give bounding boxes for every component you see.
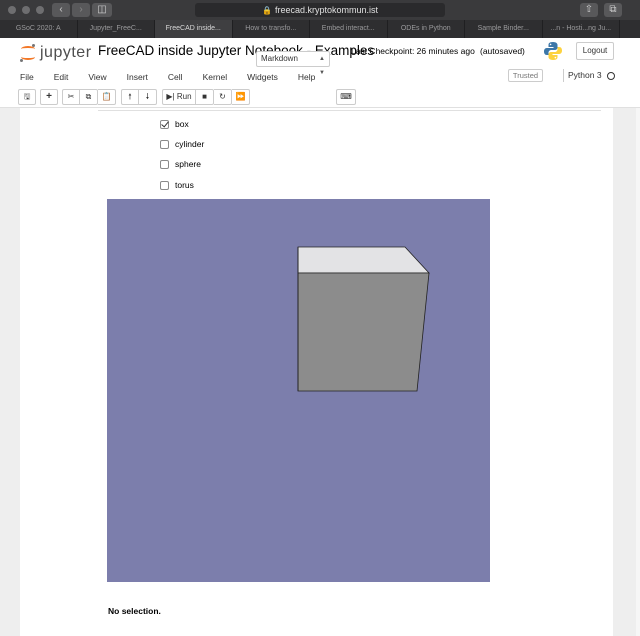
tab-hosting[interactable]: ...n - Hosti...ng Ju... bbox=[543, 20, 620, 38]
option-label: box bbox=[175, 119, 189, 129]
restart-run-all-icon[interactable]: ⏩ bbox=[232, 89, 250, 105]
save-icon[interactable]: 🖫 bbox=[18, 89, 36, 105]
run-button[interactable]: ▶​| Run bbox=[162, 89, 196, 105]
checkbox-torus[interactable] bbox=[160, 180, 169, 190]
option-sphere[interactable]: sphere bbox=[160, 157, 201, 171]
url-text: freecad.kryptokommun.ist bbox=[274, 5, 378, 15]
selection-status: No selection. bbox=[108, 606, 161, 616]
option-label: sphere bbox=[175, 159, 201, 169]
lock-icon: 🔒 bbox=[261, 6, 272, 15]
python-logo-icon bbox=[544, 42, 562, 60]
menu-cell[interactable]: Cell bbox=[168, 69, 183, 85]
zoom-window-icon[interactable] bbox=[36, 6, 44, 14]
notebook-title[interactable]: FreeCAD inside Jupyter Notebook - Exampl… bbox=[98, 43, 374, 58]
kernel-divider bbox=[563, 69, 564, 82]
cut-icon[interactable]: ✂ bbox=[62, 89, 80, 105]
right-scrollbar-edge[interactable] bbox=[636, 108, 640, 636]
option-label: cylinder bbox=[175, 139, 205, 149]
checkbox-box[interactable] bbox=[160, 119, 169, 129]
move-down-icon[interactable]: 🠗 bbox=[139, 89, 157, 105]
box-top-face bbox=[297, 246, 430, 274]
tab-freecad-inside[interactable]: FreeCAD inside... bbox=[155, 20, 233, 38]
autosave-status: (autosaved) bbox=[480, 46, 525, 56]
menu-help[interactable]: Help bbox=[298, 69, 315, 85]
insert-cell-icon[interactable]: + bbox=[40, 89, 58, 105]
restart-icon[interactable]: ↻ bbox=[214, 89, 232, 105]
tabs-overview-icon[interactable]: ⧉ bbox=[604, 3, 622, 17]
checkpoint-status: Last Checkpoint: 26 minutes ago bbox=[351, 46, 475, 56]
close-window-icon[interactable] bbox=[8, 6, 16, 14]
menu-edit[interactable]: Edit bbox=[54, 69, 69, 85]
select-arrows-icon: ▲ ▼ bbox=[319, 56, 325, 76]
option-torus[interactable]: torus bbox=[160, 178, 194, 192]
menu-view[interactable]: View bbox=[88, 69, 106, 85]
jupyter-logo-icon bbox=[20, 44, 36, 62]
tab-how-to-transform[interactable]: How to transfo... bbox=[233, 20, 310, 38]
back-icon[interactable]: ‹ bbox=[52, 3, 70, 17]
cell-type-select[interactable]: Markdown ▲ ▼ bbox=[256, 51, 330, 76]
menu-insert[interactable]: Insert bbox=[127, 69, 148, 85]
sidebar-icon[interactable]: ◫ bbox=[92, 3, 112, 17]
option-label: torus bbox=[175, 180, 194, 190]
tab-sample-binder[interactable]: Sample Binder... bbox=[465, 20, 543, 38]
notebook-toolbar: 🖫 + ✂ ⧉ 📋 🠕 🠗 ▶​| Run ■ ↻ ⏩ ⌨ bbox=[0, 88, 640, 108]
previous-cell-edge bbox=[98, 108, 601, 111]
checkbox-sphere[interactable] bbox=[160, 159, 169, 169]
box-front-face bbox=[297, 272, 430, 392]
browser-toolbar: ‹ › ◫ 🔒 freecad.kryptokommun.ist ⇧ ⧉ bbox=[0, 0, 640, 20]
copy-icon[interactable]: ⧉ bbox=[80, 89, 98, 105]
run-label: Run bbox=[176, 92, 192, 101]
menu-widgets[interactable]: Widgets bbox=[247, 69, 278, 85]
interrupt-icon[interactable]: ■ bbox=[196, 89, 214, 105]
share-icon[interactable]: ⇧ bbox=[580, 3, 598, 17]
tab-gsoc[interactable]: GSoC 2020: A bbox=[0, 20, 78, 38]
jupyter-logo-text: jupyter bbox=[40, 44, 92, 61]
tab-embed-interactive[interactable]: Embed interact... bbox=[310, 20, 388, 38]
option-box[interactable]: box bbox=[160, 117, 189, 131]
address-bar[interactable]: 🔒 freecad.kryptokommun.ist bbox=[195, 3, 445, 17]
rendered-box-shape[interactable] bbox=[107, 199, 490, 582]
menu-bar: File Edit View Insert Cell Kernel Widget… bbox=[20, 69, 335, 85]
checkbox-cylinder[interactable] bbox=[160, 139, 169, 149]
tab-jupyter-freecad[interactable]: Jupyter_FreeC... bbox=[78, 20, 155, 38]
3d-viewer-canvas[interactable] bbox=[107, 199, 490, 582]
menu-file[interactable]: File bbox=[20, 69, 34, 85]
option-cylinder[interactable]: cylinder bbox=[160, 137, 204, 151]
forward-icon[interactable]: › bbox=[72, 3, 90, 17]
trusted-badge[interactable]: Trusted bbox=[508, 69, 543, 82]
logout-button[interactable]: Logout bbox=[576, 42, 614, 60]
move-up-icon[interactable]: 🠕 bbox=[121, 89, 139, 105]
kernel-name[interactable]: Python 3 bbox=[568, 69, 602, 82]
keyboard-icon[interactable]: ⌨ bbox=[336, 89, 356, 105]
menu-kernel[interactable]: Kernel bbox=[203, 69, 228, 85]
kernel-idle-icon bbox=[607, 72, 615, 80]
cell-type-value: Markdown bbox=[261, 54, 298, 63]
run-icon: ▶​| bbox=[166, 92, 175, 101]
tab-odes-python[interactable]: ODEs in Python bbox=[388, 20, 465, 38]
jupyter-logo[interactable]: jupyter bbox=[20, 42, 92, 64]
minimize-window-icon[interactable] bbox=[22, 6, 30, 14]
paste-icon[interactable]: 📋 bbox=[98, 89, 116, 105]
tab-bar: GSoC 2020: A Jupyter_FreeC... FreeCAD in… bbox=[0, 20, 640, 38]
